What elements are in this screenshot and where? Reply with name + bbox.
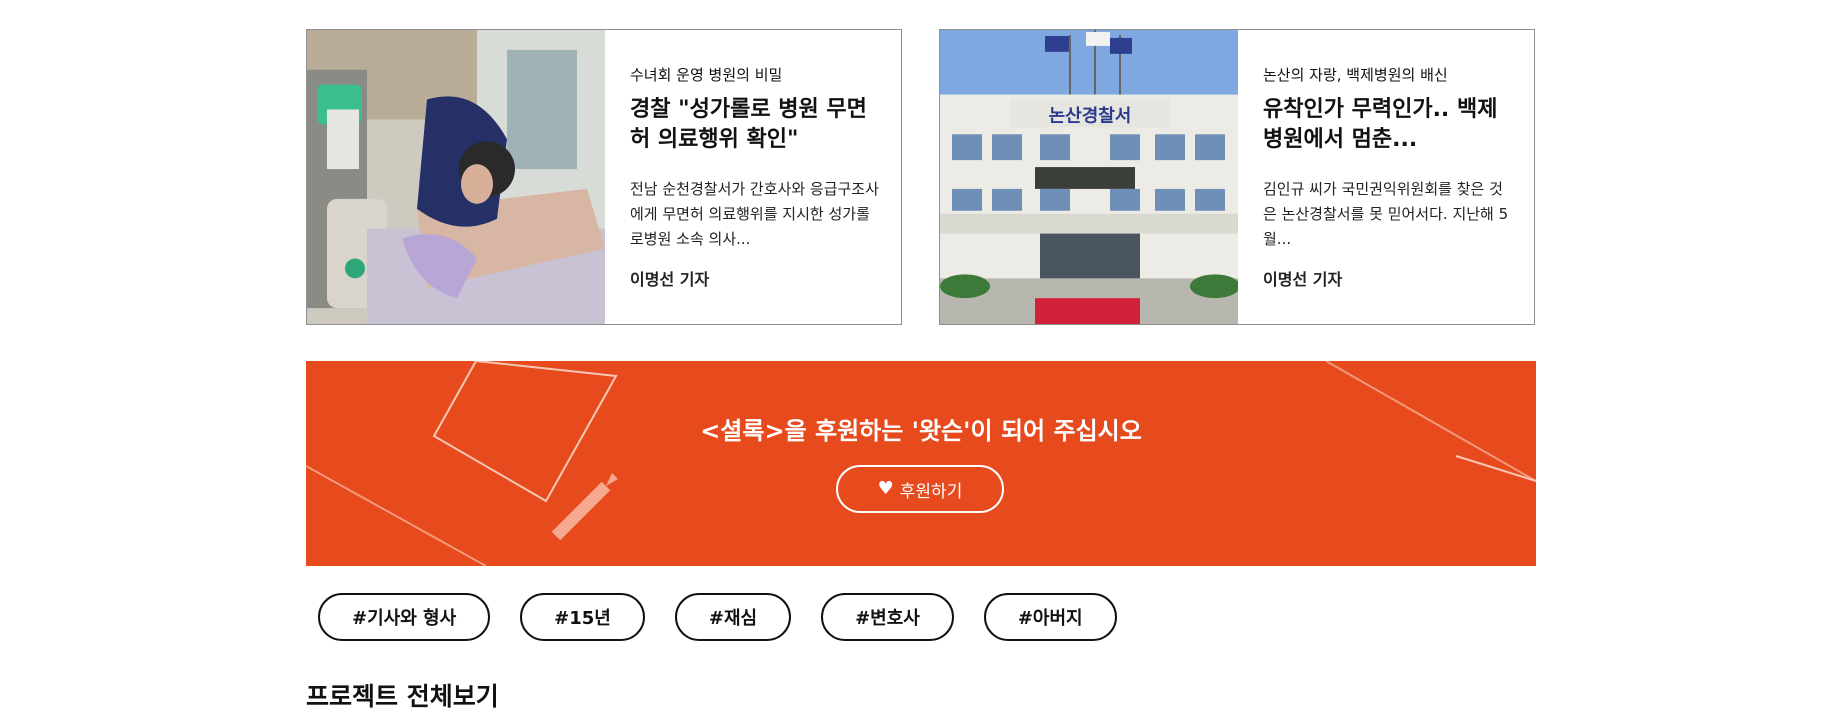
- svg-text:논산경찰서: 논산경찰서: [1049, 105, 1132, 126]
- article-card[interactable]: 수녀회 운영 병원의 비밀 경찰 "성가롤로 병원 무면허 의료행위 확인" 전…: [306, 29, 902, 325]
- article-thumbnail-police-station[interactable]: 논산경찰서: [940, 30, 1238, 324]
- heart-icon: ♥: [877, 478, 894, 499]
- tag-pill[interactable]: #변호사: [821, 593, 954, 641]
- article-byline: 이명선 기자: [1263, 270, 1343, 289]
- tag-pill[interactable]: #기사와 형사: [318, 593, 491, 641]
- article-card[interactable]: 논산경찰서 논산의 자랑, 백제병원의 배신 유착인가 무력인가.. 백제병원에…: [939, 29, 1535, 325]
- article-thumbnail-hospital[interactable]: [307, 30, 605, 324]
- donate-button-label: 후원하기: [899, 481, 963, 502]
- banner-title: <셜록>을 후원하는 '왓슨'이 되어 주십시오: [700, 417, 1142, 445]
- article-body: 논산의 자랑, 백제병원의 배신 유착인가 무력인가.. 백제병원에서 멈춘..…: [1238, 30, 1534, 324]
- article-headline[interactable]: 유착인가 무력인가.. 백제병원에서 멈춘...: [1263, 95, 1514, 155]
- donate-button[interactable]: ♥ 후원하기: [836, 465, 1004, 513]
- tag-pill[interactable]: #재심: [674, 593, 792, 641]
- banner-decoration: [306, 361, 1536, 566]
- article-excerpt: 김인규 씨가 국민권익위원회를 찾은 것은 논산경찰서를 못 믿어서다. 지난해…: [1263, 180, 1509, 248]
- article-kicker: 논산의 자랑, 백제병원의 배신: [1263, 66, 1448, 84]
- article-body: 수녀회 운영 병원의 비밀 경찰 "성가롤로 병원 무면허 의료행위 확인" 전…: [605, 30, 901, 324]
- article-byline: 이명선 기자: [630, 270, 710, 289]
- tag-pill[interactable]: #15년: [520, 593, 645, 641]
- article-excerpt: 전남 순천경찰서가 간호사와 응급구조사에게 무면허 의료행위를 지시한 성가롤…: [630, 180, 879, 248]
- donation-banner: <셜록>을 후원하는 '왓슨'이 되어 주십시오 ♥ 후원하기: [306, 361, 1536, 566]
- section-title[interactable]: 프로젝트 전체보기: [306, 677, 499, 713]
- article-headline[interactable]: 경찰 "성가롤로 병원 무면허 의료행위 확인": [630, 95, 881, 155]
- tag-pill[interactable]: #아버지: [983, 593, 1117, 641]
- tag-list: #기사와 형사 #15년 #재심 #변호사 #아버지: [318, 593, 1117, 641]
- article-kicker: 수녀회 운영 병원의 비밀: [630, 66, 783, 84]
